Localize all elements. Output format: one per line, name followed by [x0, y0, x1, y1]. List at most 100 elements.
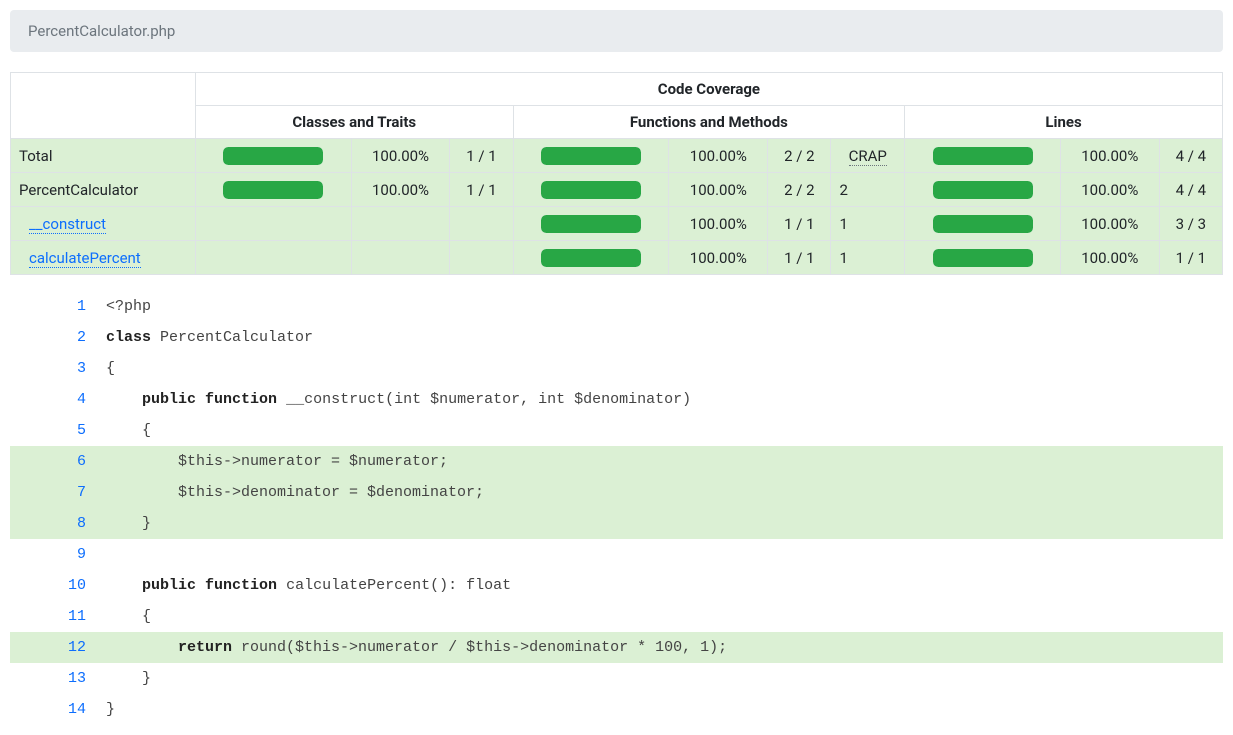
crap-value: 1	[831, 241, 905, 275]
line-number[interactable]: 13	[10, 663, 100, 694]
line-number[interactable]: 6	[10, 446, 100, 477]
progress-bar	[933, 181, 1033, 199]
table-row: Total100.00%1 / 1100.00%2 / 2CRAP100.00%…	[11, 139, 1223, 173]
classes-pct: 100.00%	[351, 173, 450, 207]
functions-pct: 100.00%	[669, 139, 768, 173]
line-code: class PercentCalculator	[100, 322, 1223, 353]
lines-bar	[905, 241, 1061, 275]
line-code: }	[100, 663, 1223, 694]
lines-ratio: 4 / 4	[1159, 139, 1222, 173]
source-line: 13 }	[10, 663, 1223, 694]
method-link[interactable]: __construct	[29, 215, 106, 234]
source-line: 3{	[10, 353, 1223, 384]
line-number[interactable]: 9	[10, 539, 100, 570]
line-number[interactable]: 5	[10, 415, 100, 446]
progress-bar	[541, 215, 641, 233]
functions-pct: 100.00%	[669, 173, 768, 207]
crap-value: 2	[831, 173, 905, 207]
row-name: __construct	[11, 207, 196, 241]
coverage-header-classes: Classes and Traits	[195, 106, 513, 139]
coverage-header-lines: Lines	[905, 106, 1223, 139]
source-code: 1<?php2class PercentCalculator3{4 public…	[10, 291, 1223, 725]
table-row: calculatePercent100.00%1 / 11100.00%1 / …	[11, 241, 1223, 275]
line-number[interactable]: 1	[10, 291, 100, 322]
functions-ratio: 2 / 2	[768, 139, 831, 173]
empty-cell	[351, 207, 450, 241]
lines-ratio: 4 / 4	[1159, 173, 1222, 207]
functions-bar	[513, 207, 669, 241]
empty-cell	[195, 241, 351, 275]
lines-pct: 100.00%	[1060, 207, 1159, 241]
functions-ratio: 1 / 1	[768, 207, 831, 241]
progress-bar	[933, 147, 1033, 165]
progress-bar	[541, 181, 641, 199]
functions-pct: 100.00%	[669, 207, 768, 241]
method-link[interactable]: calculatePercent	[29, 249, 141, 268]
functions-bar	[513, 173, 669, 207]
line-number[interactable]: 14	[10, 694, 100, 725]
line-code: $this->numerator = $numerator;	[100, 446, 1223, 477]
line-code: return round($this->numerator / $this->d…	[100, 632, 1223, 663]
source-line: 7 $this->denominator = $denominator;	[10, 477, 1223, 508]
empty-cell	[450, 207, 513, 241]
table-row: PercentCalculator100.00%1 / 1100.00%2 / …	[11, 173, 1223, 207]
line-number[interactable]: 10	[10, 570, 100, 601]
coverage-header-functions: Functions and Methods	[513, 106, 904, 139]
progress-bar	[933, 249, 1033, 267]
source-line: 12 return round($this->numerator / $this…	[10, 632, 1223, 663]
line-code: <?php	[100, 291, 1223, 322]
lines-pct: 100.00%	[1060, 241, 1159, 275]
source-line: 9	[10, 539, 1223, 570]
classes-ratio: 1 / 1	[450, 139, 513, 173]
row-name: PercentCalculator	[11, 173, 196, 207]
line-code: {	[100, 601, 1223, 632]
functions-pct: 100.00%	[669, 241, 768, 275]
line-number[interactable]: 4	[10, 384, 100, 415]
empty-cell	[195, 207, 351, 241]
source-line: 10 public function calculatePercent(): f…	[10, 570, 1223, 601]
progress-bar	[541, 147, 641, 165]
lines-pct: 100.00%	[1060, 173, 1159, 207]
table-row: __construct100.00%1 / 11100.00%3 / 3	[11, 207, 1223, 241]
functions-ratio: 2 / 2	[768, 173, 831, 207]
lines-pct: 100.00%	[1060, 139, 1159, 173]
row-name: calculatePercent	[11, 241, 196, 275]
coverage-header-blank	[11, 73, 196, 139]
line-number[interactable]: 11	[10, 601, 100, 632]
breadcrumb: PercentCalculator.php	[10, 10, 1223, 52]
progress-bar	[933, 215, 1033, 233]
source-line: 5 {	[10, 415, 1223, 446]
source-line: 6 $this->numerator = $numerator;	[10, 446, 1223, 477]
classes-bar	[195, 173, 351, 207]
line-number[interactable]: 8	[10, 508, 100, 539]
lines-bar	[905, 207, 1061, 241]
classes-bar	[195, 139, 351, 173]
line-number[interactable]: 12	[10, 632, 100, 663]
line-number[interactable]: 2	[10, 322, 100, 353]
line-number[interactable]: 7	[10, 477, 100, 508]
lines-ratio: 1 / 1	[1159, 241, 1222, 275]
line-code: {	[100, 353, 1223, 384]
line-code: {	[100, 415, 1223, 446]
line-number[interactable]: 3	[10, 353, 100, 384]
coverage-table: Code Coverage Classes and Traits Functio…	[10, 72, 1223, 275]
line-code: public function __construct(int $numerat…	[100, 384, 1223, 415]
source-line: 1<?php	[10, 291, 1223, 322]
source-line: 11 {	[10, 601, 1223, 632]
coverage-header-main: Code Coverage	[195, 73, 1222, 106]
functions-bar	[513, 139, 669, 173]
functions-bar	[513, 241, 669, 275]
lines-ratio: 3 / 3	[1159, 207, 1222, 241]
row-name: Total	[11, 139, 196, 173]
breadcrumb-file: PercentCalculator.php	[28, 22, 175, 40]
line-code: }	[100, 694, 1223, 725]
progress-bar	[541, 249, 641, 267]
lines-bar	[905, 139, 1061, 173]
source-line: 14}	[10, 694, 1223, 725]
source-line: 4 public function __construct(int $numer…	[10, 384, 1223, 415]
lines-bar	[905, 173, 1061, 207]
line-code: $this->denominator = $denominator;	[100, 477, 1223, 508]
crap-value: 1	[831, 207, 905, 241]
functions-ratio: 1 / 1	[768, 241, 831, 275]
classes-ratio: 1 / 1	[450, 173, 513, 207]
